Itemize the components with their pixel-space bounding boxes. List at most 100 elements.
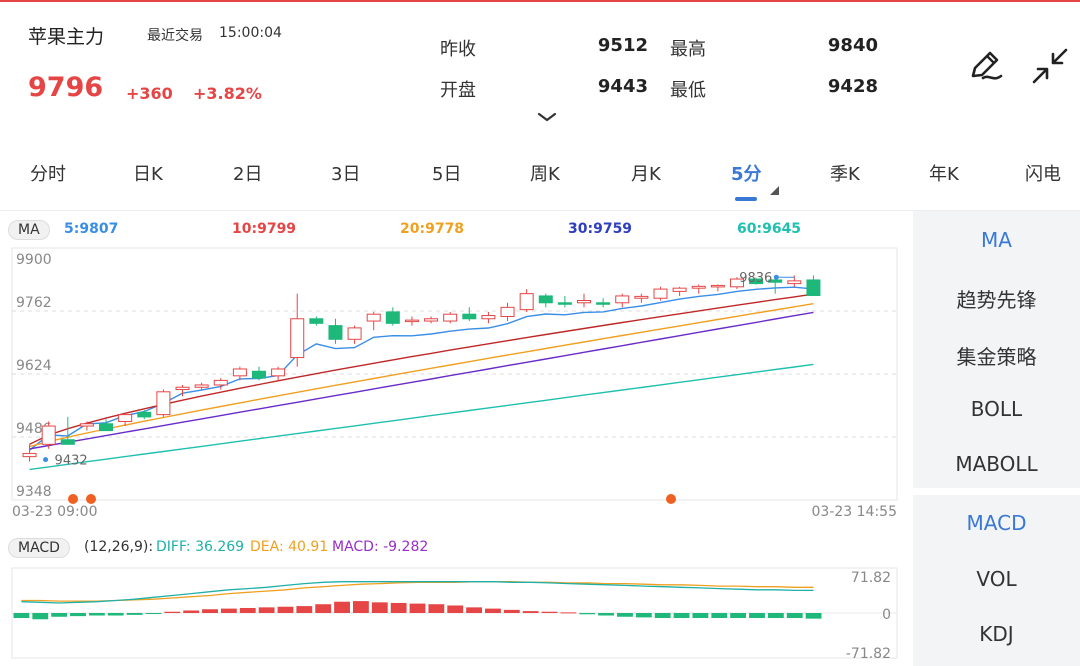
tab-intraday[interactable]: 分时 — [30, 160, 66, 186]
macd-histogram-bar — [277, 606, 294, 613]
tab-monthly-k[interactable]: 月K — [631, 160, 661, 186]
macd-histogram-bar — [447, 605, 464, 613]
macd-histogram-bar — [673, 613, 690, 619]
candle — [328, 325, 343, 340]
tab-5min[interactable]: 5分 — [731, 160, 762, 186]
candle — [787, 280, 802, 285]
macd-histogram-bar — [88, 613, 105, 616]
x-end-label: 03-23 14:55 — [812, 504, 897, 520]
ma30-value: 30:9759 — [568, 221, 633, 237]
macd-histogram-bar — [635, 613, 652, 618]
side-item-trend-pioneer[interactable]: 趋势先锋 — [913, 284, 1080, 313]
candle — [232, 368, 247, 377]
candle — [366, 313, 381, 322]
collapse-arrows-icon[interactable] — [1028, 44, 1072, 88]
y-tick-label: 9624 — [16, 358, 52, 374]
candle — [271, 368, 286, 377]
macd-histogram-bar — [334, 601, 350, 613]
candle — [347, 327, 362, 340]
macd-histogram-bar — [805, 613, 822, 619]
last-trade-time: 15:00:04 — [219, 25, 282, 41]
macd-histogram-bar — [560, 612, 577, 614]
expand-quote-chevron-icon[interactable] — [535, 108, 559, 124]
candle — [60, 439, 75, 445]
candle — [22, 452, 37, 458]
macd-histogram-bar — [239, 607, 256, 613]
macd-histogram-bar — [220, 608, 237, 613]
candle — [213, 379, 228, 386]
macd-histogram-bar — [579, 613, 596, 615]
ma-line-20 — [29, 303, 814, 448]
contract-title: 苹果主力 — [28, 26, 105, 48]
pen-draw-icon[interactable] — [963, 44, 1007, 88]
side-item-ma[interactable]: MA — [913, 228, 1080, 252]
prev-close-value: 9512 — [597, 35, 648, 56]
price-change-percent: +3.82% — [193, 84, 262, 103]
candle — [653, 288, 668, 299]
tab-5day[interactable]: 5日 — [432, 160, 461, 186]
candle — [79, 423, 94, 427]
tab-yearly-k[interactable]: 年K — [929, 160, 959, 186]
macd-value: MACD: -9.282 — [332, 539, 429, 555]
candlestick-chart[interactable]: 990097629624948693489836943203-23 09:00 0… — [0, 240, 905, 520]
macd-histogram-bar — [541, 611, 558, 613]
macd-histogram-bar — [466, 607, 483, 613]
side-item-kdj[interactable]: KDJ — [913, 622, 1080, 646]
side-item-maboll[interactable]: MABOLL — [913, 452, 1080, 476]
candle — [443, 313, 458, 322]
macd-histogram-bar — [711, 613, 728, 619]
macd-histogram-bar — [767, 613, 784, 619]
macd-y-tick-label: 0 — [882, 607, 891, 623]
macd-histogram-bar — [315, 604, 332, 613]
candle — [596, 302, 611, 305]
macd-histogram-bar — [503, 609, 520, 613]
candle — [385, 311, 400, 324]
candle — [806, 279, 821, 296]
tab-dropdown-triangle-icon[interactable] — [770, 180, 779, 199]
macd-params: (12,26,9): — [84, 539, 154, 555]
side-item-vol[interactable]: VOL — [913, 567, 1080, 591]
open-value: 9443 — [597, 76, 648, 97]
macd-histogram-bar — [598, 613, 615, 616]
macd-histogram-bar — [51, 613, 68, 617]
ma-indicator-tag[interactable]: MA — [8, 220, 50, 240]
tab-weekly-k[interactable]: 周K — [530, 160, 560, 186]
candle — [309, 318, 324, 324]
tab-daily-k[interactable]: 日K — [133, 160, 163, 186]
current-price: 9796 — [28, 72, 104, 103]
tab-3day[interactable]: 3日 — [331, 160, 360, 186]
tab-quarterly-k[interactable]: 季K — [830, 160, 860, 186]
tab-2day[interactable]: 2日 — [233, 160, 262, 186]
max-marker-label: 9836 — [739, 271, 772, 286]
min-marker-dot — [43, 457, 49, 463]
prev-close-label: 昨收 — [440, 39, 476, 60]
macd-histogram-bar — [692, 613, 709, 619]
side-item-gold-strategy[interactable]: 集金策略 — [913, 341, 1080, 370]
macd-histogram-bar — [107, 613, 124, 616]
macd-histogram-bar — [654, 613, 671, 619]
y-tick-label: 9762 — [16, 295, 52, 311]
candle — [557, 302, 572, 305]
ma20-value: 20:9778 — [400, 221, 465, 237]
candle — [118, 414, 133, 422]
candle — [500, 306, 515, 317]
candle — [137, 411, 152, 418]
candle — [634, 295, 649, 299]
macd-histogram-bar — [749, 613, 765, 619]
macd-y-tick-label: -71.82 — [846, 646, 891, 662]
tab-lightning[interactable]: 闪电 — [1025, 160, 1061, 186]
event-marker-dot — [666, 494, 676, 504]
side-item-macd[interactable]: MACD — [913, 511, 1080, 535]
macd-indicator-tag[interactable]: MACD — [8, 538, 70, 558]
macd-histogram-bar — [13, 613, 30, 619]
candle — [194, 384, 209, 388]
top-accent-line — [0, 0, 1080, 2]
side-panel-divider — [913, 488, 1080, 495]
macd-diff-value: DIFF: 36.269 — [156, 539, 245, 555]
candle — [615, 295, 630, 304]
macd-chart[interactable]: 71.82 0 -71.82 — [0, 562, 905, 666]
macd-histogram-bar — [126, 613, 143, 615]
low-value: 9428 — [827, 76, 878, 97]
side-item-boll[interactable]: BOLL — [913, 397, 1080, 421]
macd-histogram-bar — [32, 613, 49, 620]
